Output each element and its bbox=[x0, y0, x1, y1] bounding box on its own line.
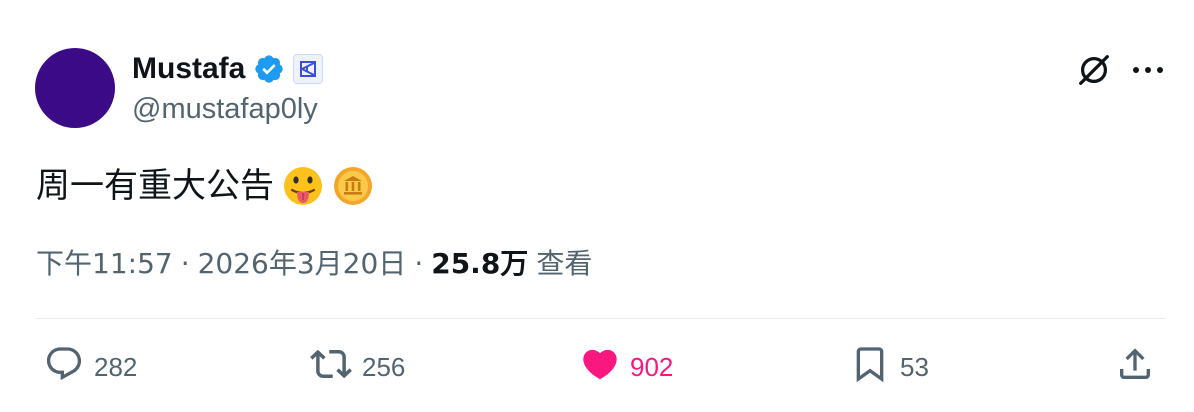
bookmark-icon[interactable] bbox=[850, 344, 890, 391]
reply-icon[interactable] bbox=[44, 344, 84, 391]
name-row: Mustafa bbox=[132, 50, 324, 88]
display-name[interactable]: Mustafa bbox=[132, 50, 245, 88]
heart-icon[interactable] bbox=[580, 344, 620, 391]
reply-button[interactable]: 282 bbox=[44, 346, 137, 388]
retweet-icon[interactable] bbox=[310, 343, 352, 392]
retweet-button[interactable]: 256 bbox=[310, 346, 405, 388]
meta-separator: · bbox=[180, 247, 190, 280]
more-dots-icon[interactable] bbox=[1128, 50, 1168, 90]
divider bbox=[36, 318, 1166, 319]
affiliate-badge-icon[interactable] bbox=[293, 54, 324, 84]
bookmark-count: 53 bbox=[900, 351, 929, 382]
views-label[interactable]: 查看 bbox=[536, 242, 592, 286]
user-handle[interactable]: @mustafap0ly bbox=[132, 90, 318, 128]
verified-badge-icon[interactable] bbox=[253, 53, 285, 85]
views-count[interactable]: 25.8万 bbox=[431, 242, 528, 286]
like-count: 902 bbox=[630, 351, 674, 382]
tongue-out-emoji bbox=[282, 165, 324, 207]
tweet-date[interactable]: 2026年3月20日 bbox=[198, 242, 407, 286]
reply-count: 282 bbox=[94, 351, 138, 382]
share-button[interactable] bbox=[1115, 346, 1155, 388]
meta-separator: · bbox=[414, 247, 424, 280]
retweet-count: 256 bbox=[362, 351, 406, 382]
tweet-body: 周一有重大公告 bbox=[36, 166, 274, 206]
avatar[interactable] bbox=[35, 48, 115, 128]
share-icon[interactable] bbox=[1115, 344, 1155, 391]
grok-icon[interactable] bbox=[1074, 50, 1114, 90]
tweet-meta: 下午11:57 · 2026年3月20日 · 25.8万 查看 bbox=[36, 242, 592, 286]
bookmark-button[interactable]: 53 bbox=[850, 346, 929, 388]
coin-emoji bbox=[332, 165, 374, 207]
tweet-time[interactable]: 下午11:57 bbox=[36, 242, 173, 286]
like-button[interactable]: 902 bbox=[580, 346, 673, 388]
tweet-text: 周一有重大公告 bbox=[36, 160, 374, 212]
